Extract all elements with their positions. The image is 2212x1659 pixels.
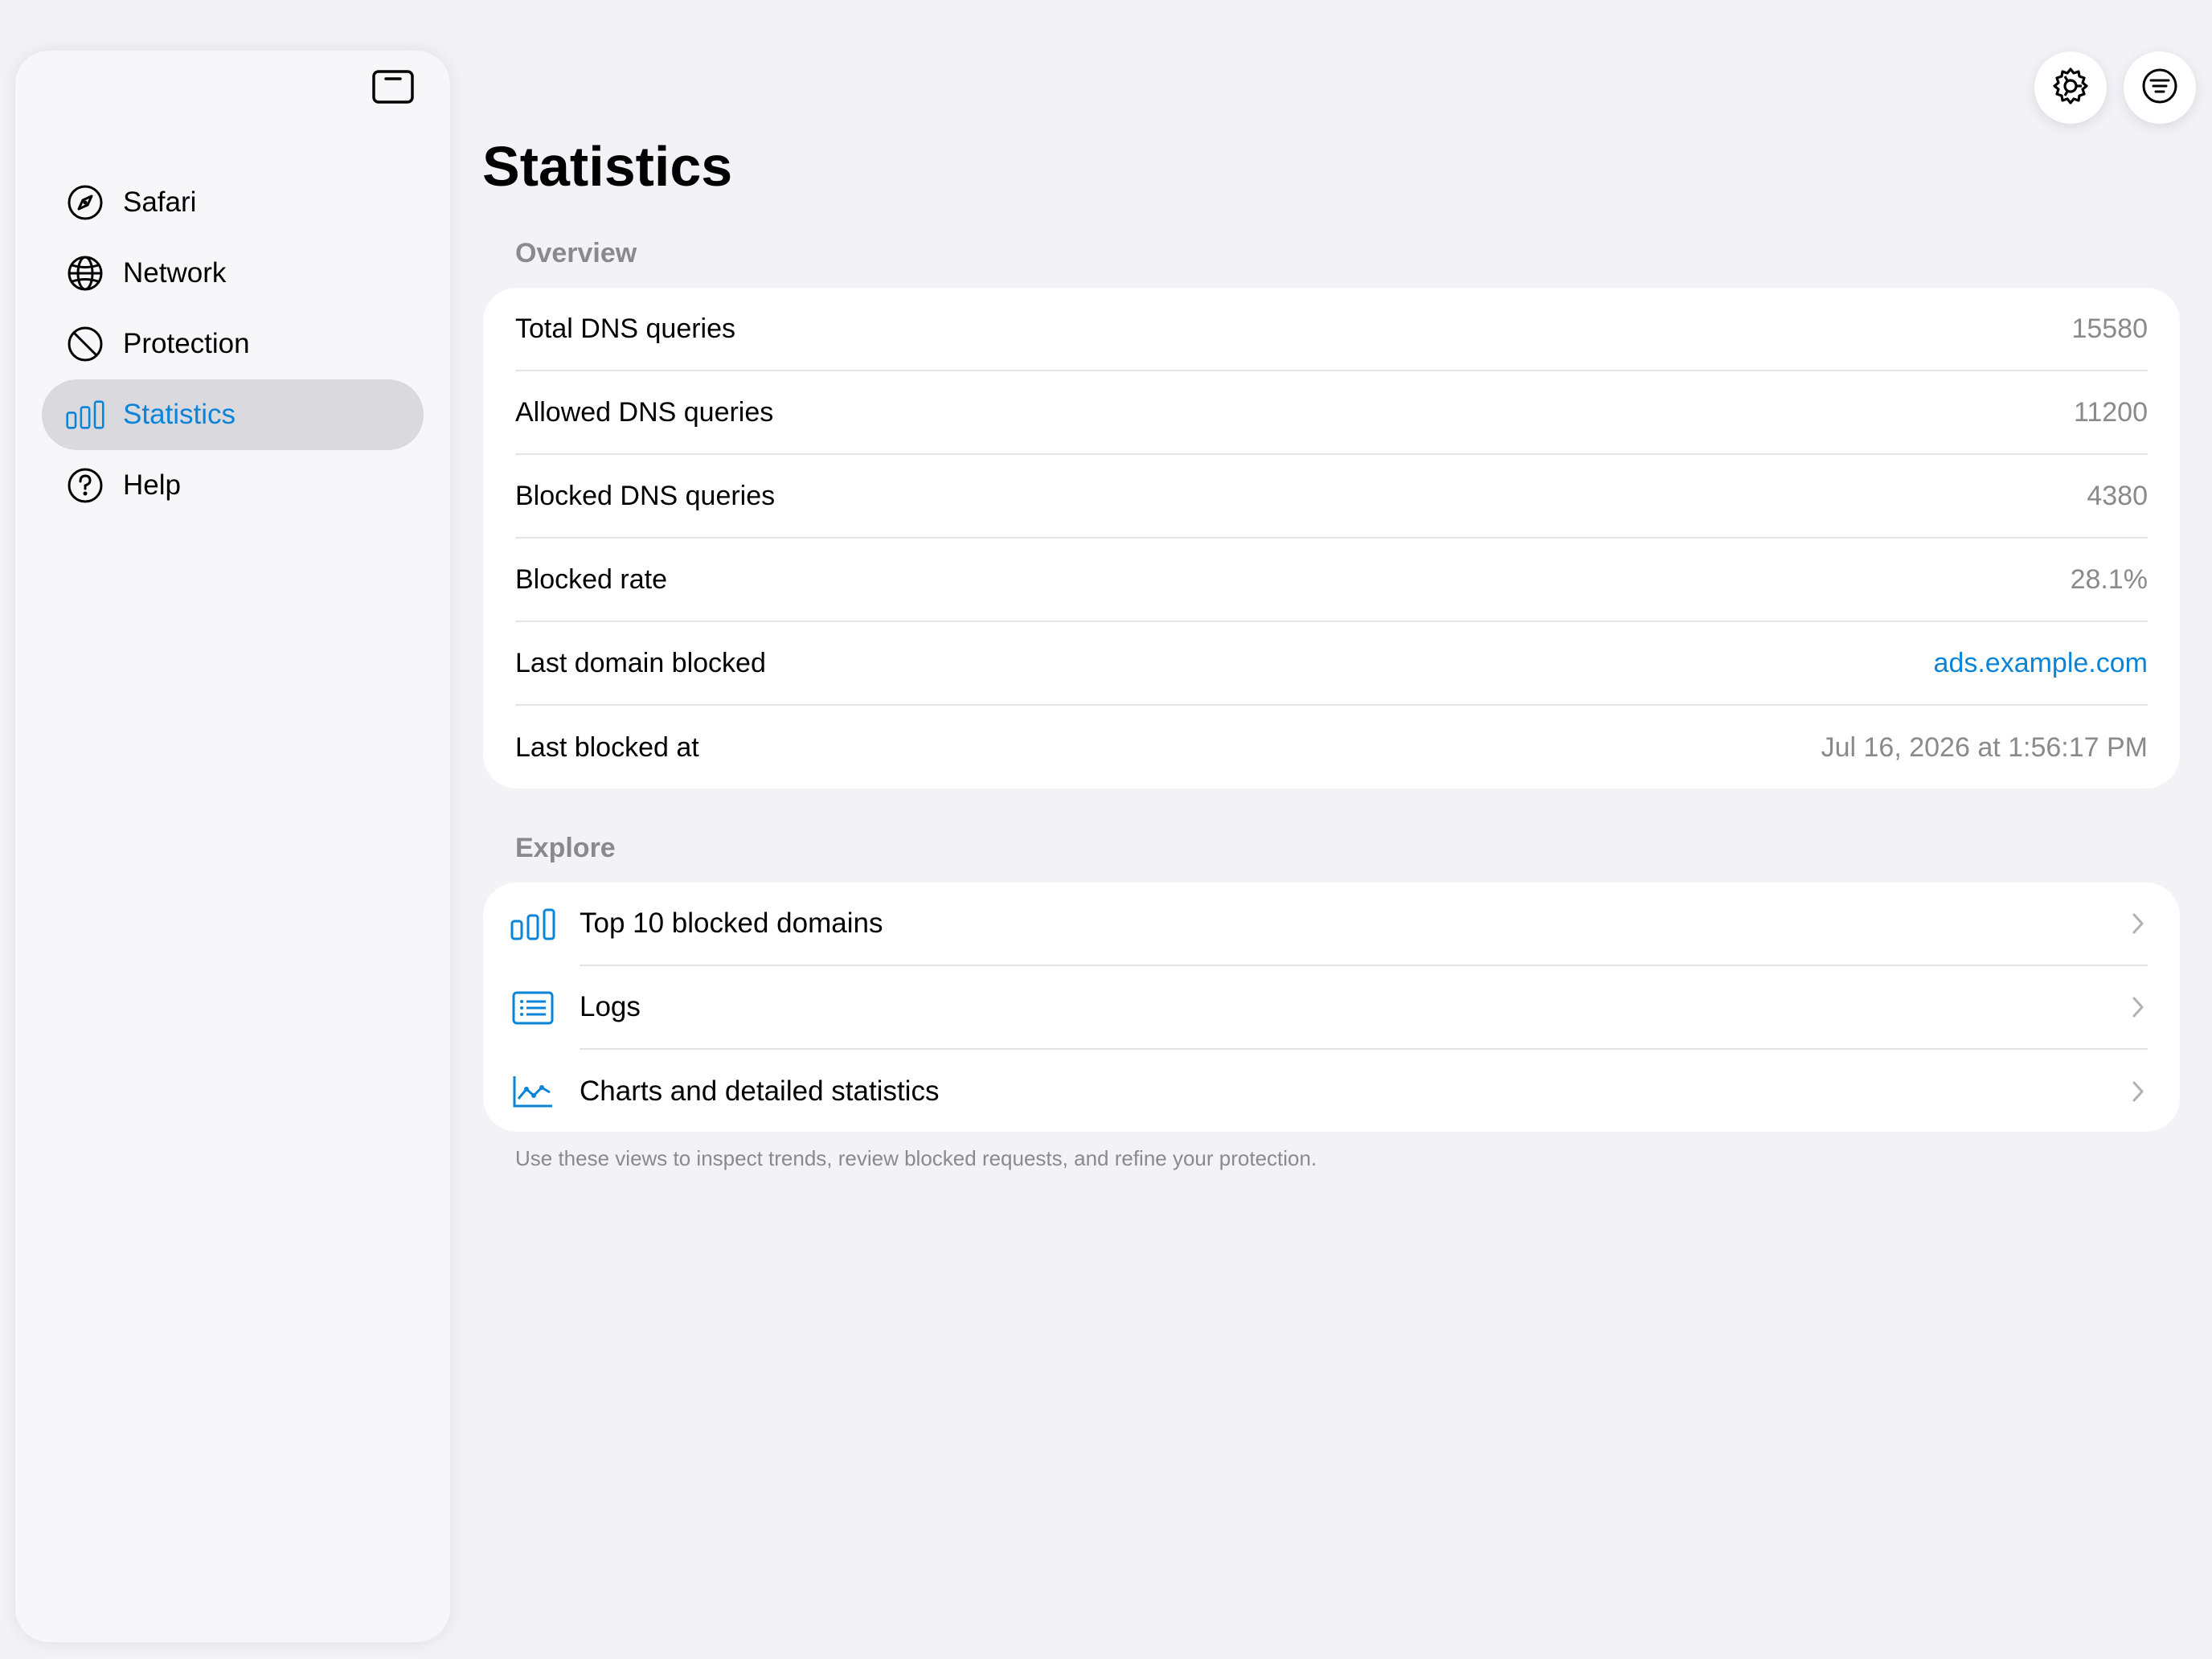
globe-icon xyxy=(66,254,104,293)
explore-item-charts[interactable]: Charts and detailed statistics xyxy=(483,1050,2180,1133)
explore-item-logs[interactable]: Logs xyxy=(483,966,2180,1050)
bar-chart-icon xyxy=(66,395,104,434)
line-chart-icon xyxy=(509,1067,557,1116)
question-circle-icon xyxy=(66,466,104,505)
overview-card: Total DNS queries 15580 Allowed DNS quer… xyxy=(483,288,2180,789)
explore-card: Top 10 blocked domains Logs Charts and d… xyxy=(483,883,2180,1132)
explore-item-label: Top 10 blocked domains xyxy=(580,907,883,939)
chevron-right-icon xyxy=(2128,995,2148,1019)
sidebar-item-label: Network xyxy=(123,257,227,289)
stat-row-allowed-dns: Allowed DNS queries 11200 xyxy=(515,371,2148,455)
explore-header: Explore xyxy=(515,833,616,863)
explore-item-top-blocked[interactable]: Top 10 blocked domains xyxy=(483,883,2180,966)
explore-item-label: Logs xyxy=(580,991,641,1022)
sidebar-item-network[interactable]: Network xyxy=(42,238,424,309)
sidebar-item-help[interactable]: Help xyxy=(42,450,424,521)
sidebar-item-label: Statistics xyxy=(123,399,236,430)
stat-value: Jul 16, 2026 at 1:56:17 PM xyxy=(1821,731,2148,763)
sidebar-item-label: Safari xyxy=(123,186,197,218)
last-domain-link[interactable]: ads.example.com xyxy=(1934,648,2148,679)
stat-label: Last blocked at xyxy=(515,731,699,763)
explore-item-label: Charts and detailed statistics xyxy=(580,1075,940,1107)
settings-button[interactable] xyxy=(2034,51,2107,124)
prohibited-icon xyxy=(66,325,104,363)
chevron-right-icon xyxy=(2128,1079,2148,1104)
stat-label: Last domain blocked xyxy=(515,647,766,678)
stat-label: Allowed DNS queries xyxy=(515,396,774,428)
sidebar-item-label: Help xyxy=(123,469,181,501)
compass-icon xyxy=(66,183,104,222)
stat-label: Blocked rate xyxy=(515,563,667,595)
sidebar-item-label: Protection xyxy=(123,328,250,359)
stat-label: Blocked DNS queries xyxy=(515,480,776,511)
filter-button[interactable] xyxy=(2124,51,2196,124)
stat-value: 28.1% xyxy=(2070,563,2148,595)
stat-row-last-domain: Last domain blocked ads.example.com xyxy=(515,622,2148,706)
sidebar-toggle-icon[interactable] xyxy=(371,69,415,104)
stat-value: 15580 xyxy=(2071,313,2148,344)
stat-row-blocked-rate: Blocked rate 28.1% xyxy=(515,539,2148,622)
stat-row-blocked-dns: Blocked DNS queries 4380 xyxy=(515,455,2148,539)
bar-chart-icon xyxy=(509,900,557,948)
overview-header: Overview xyxy=(515,238,637,268)
page-title: Statistics xyxy=(482,135,733,198)
gear-icon xyxy=(2050,66,2091,110)
sidebar: Safari Network Protection Statistics Hel… xyxy=(15,51,450,1642)
chevron-right-icon xyxy=(2128,911,2148,936)
sidebar-nav: Safari Network Protection Statistics Hel… xyxy=(42,167,424,521)
stat-value: 4380 xyxy=(2087,480,2148,511)
stat-row-total-dns: Total DNS queries 15580 xyxy=(515,288,2148,371)
stat-label: Total DNS queries xyxy=(515,313,736,344)
list-icon xyxy=(509,984,557,1032)
sidebar-item-protection[interactable]: Protection xyxy=(42,309,424,379)
sidebar-item-safari[interactable]: Safari xyxy=(42,167,424,238)
explore-footer-note: Use these views to inspect trends, revie… xyxy=(515,1146,1317,1170)
stat-value: 11200 xyxy=(2073,396,2148,428)
sidebar-item-statistics[interactable]: Statistics xyxy=(42,379,424,450)
filter-menu-icon xyxy=(2141,68,2178,109)
stat-row-last-blocked-at: Last blocked at Jul 16, 2026 at 1:56:17 … xyxy=(515,706,2148,789)
